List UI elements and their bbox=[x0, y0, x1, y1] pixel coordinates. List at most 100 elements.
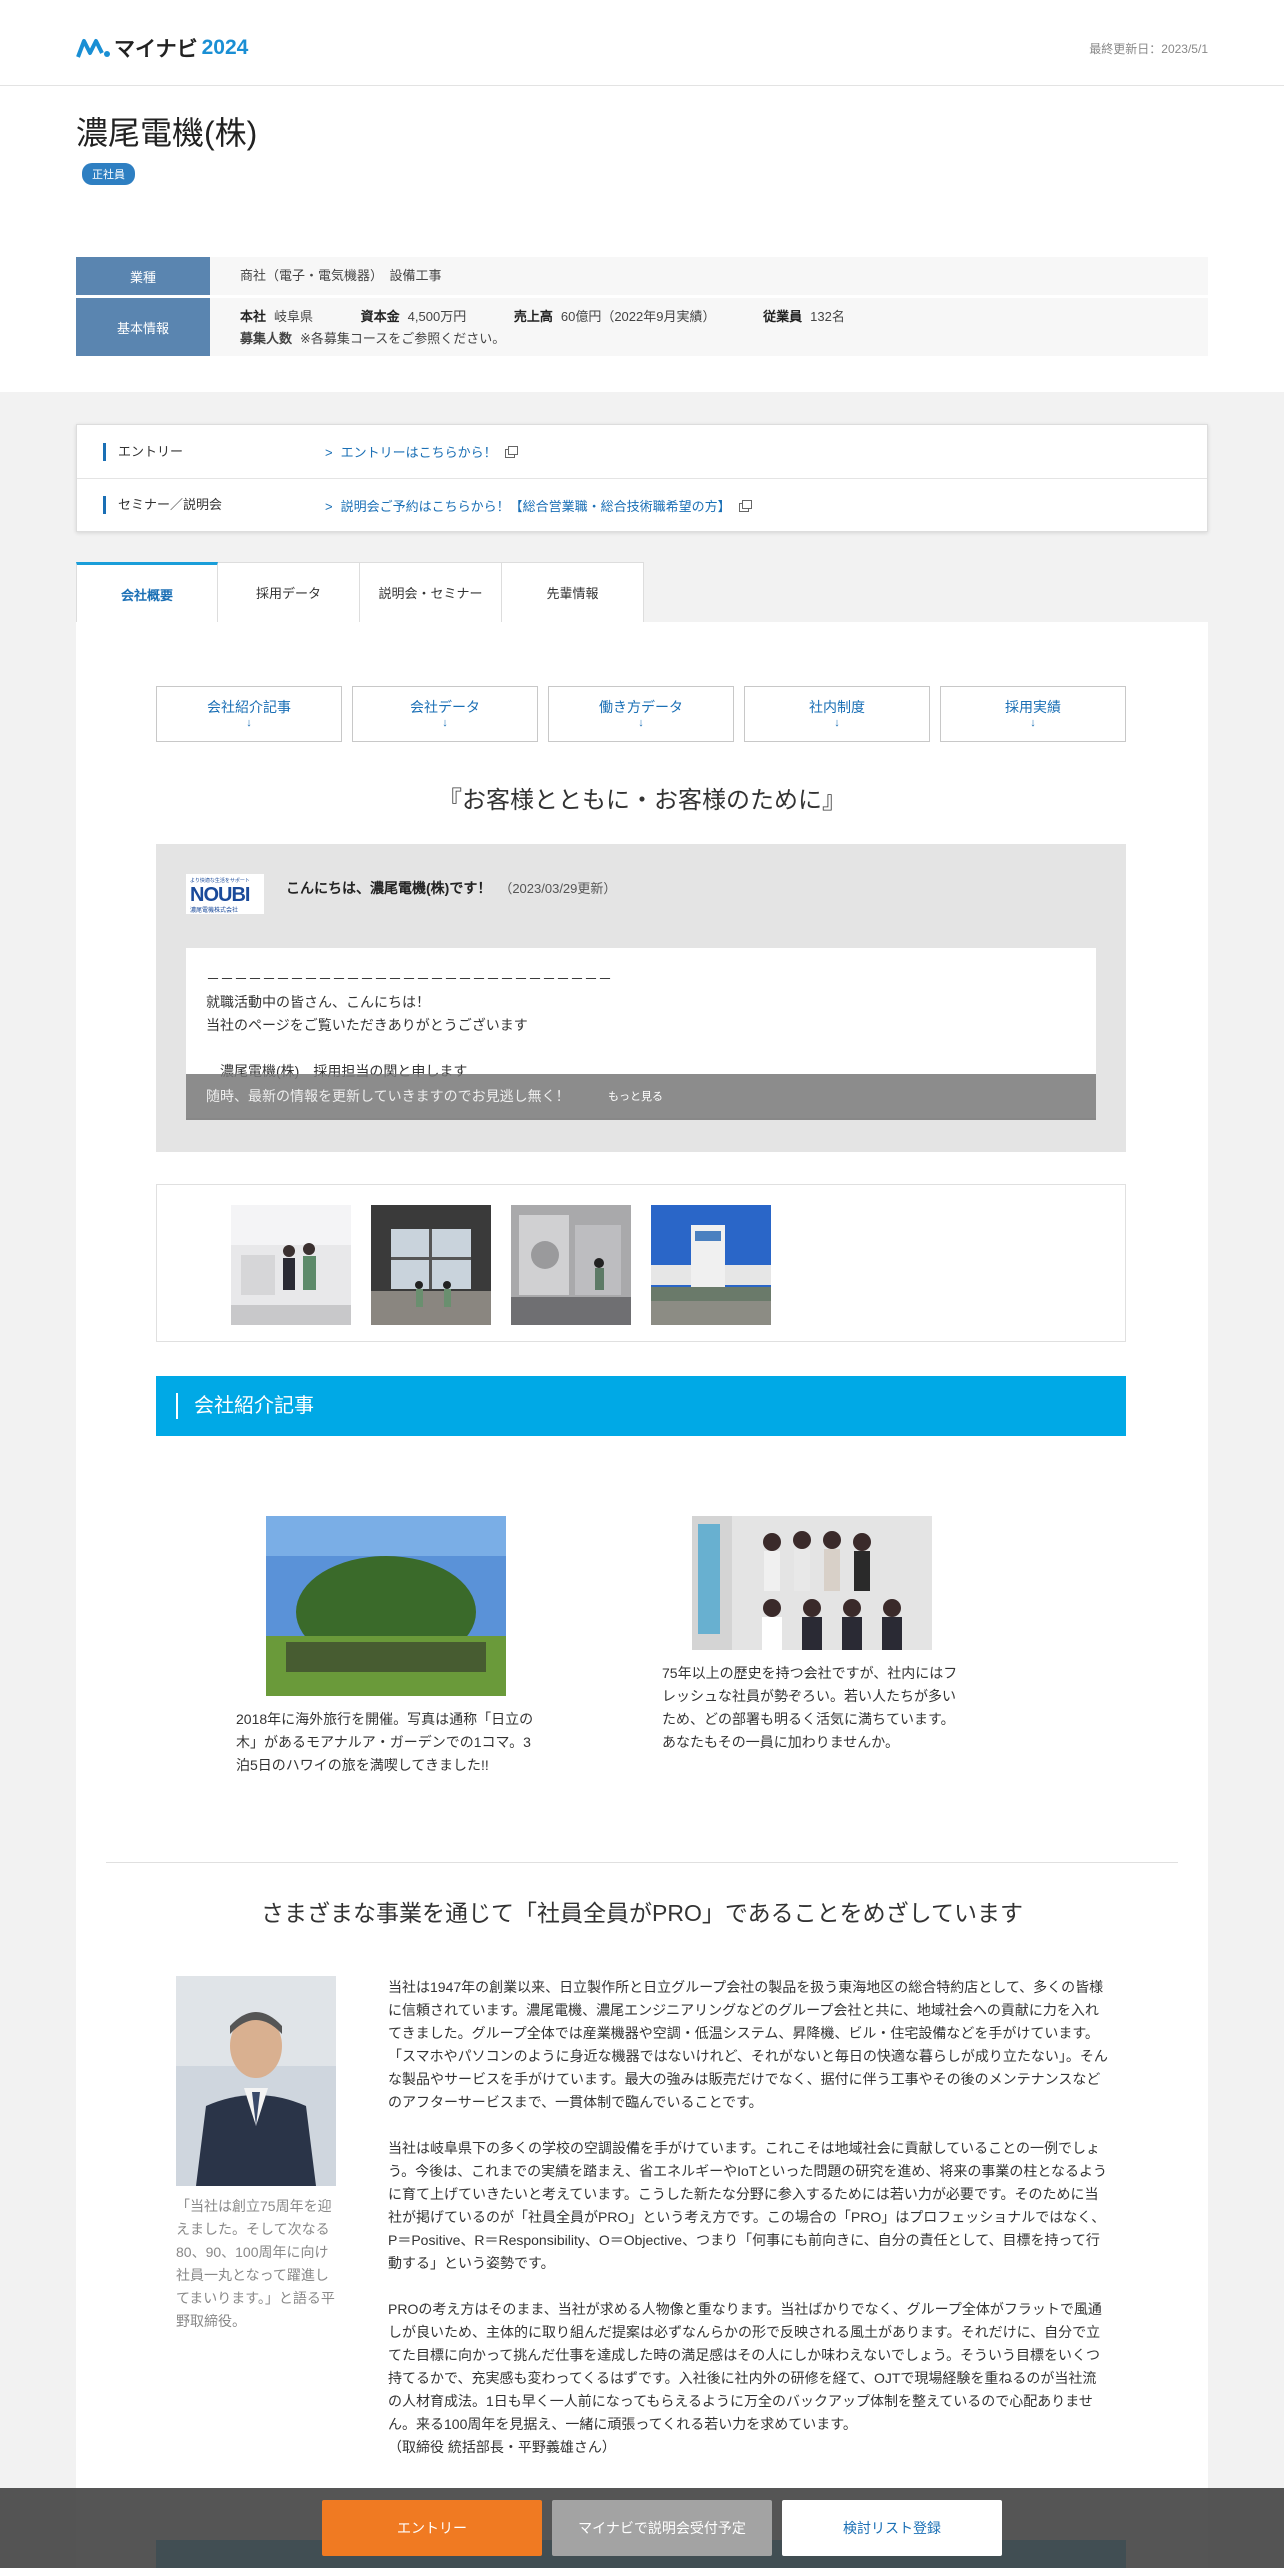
entry-links-box: エントリー > エントリーはこちらから！ セミナー／説明会 > 説明会ご予約はこちら… bbox=[76, 424, 1208, 532]
basic-info-label: 基本情報 bbox=[76, 298, 210, 356]
company-name: 濃尾電機(株) bbox=[76, 115, 258, 151]
message-paragraph-text: PROの考え方はそのまま、当社が求める人物像と重なります。当社ばかりでなく、グル… bbox=[388, 2301, 1102, 2432]
sales-value: 60億円（2022年9月実績） bbox=[560, 309, 716, 324]
add-to-list-button[interactable]: 検討リスト登録 bbox=[782, 2500, 1002, 2556]
main-content-panel: 会社紹介記事 ↓ 会社データ ↓ 働き方データ ↓ 社内制度 ↓ 採用実績 ↓ 『お客様と… bbox=[76, 622, 1208, 2568]
page-tabs: 会社概要 採用データ 説明会・セミナー 先輩情報 bbox=[76, 562, 644, 624]
logo-tagline: より快適な生活をサポート bbox=[190, 878, 250, 884]
greeting-line: 当社のページをご覧いただきありがとうございます bbox=[206, 1017, 528, 1033]
arrow-down-icon: ↓ bbox=[442, 717, 448, 729]
seminar-reservation-button[interactable]: マイナビで説明会受付予定 bbox=[552, 2500, 772, 2556]
article-photo-employees bbox=[692, 1516, 932, 1650]
arrow-down-icon: ↓ bbox=[638, 717, 644, 729]
chevron-right-icon: > bbox=[325, 498, 333, 514]
anchor-internal-system[interactable]: 社内制度 ↓ bbox=[744, 686, 930, 742]
logo-wordmark: NOUBI bbox=[190, 884, 250, 906]
article-caption: 75年以上の歴史を持つ会社ですが、社内にはフレッシュな社員が勢ぞろい。若い人たち… bbox=[662, 1665, 958, 1750]
greeting-line: ​ bbox=[206, 1037, 1076, 1060]
industry-value: 商社（電子・電気機器） 設備工事 bbox=[240, 268, 442, 283]
anchor-label: 社内制度 bbox=[809, 699, 865, 715]
capital-item: 資本金 4,500万円 bbox=[361, 309, 467, 324]
noubi-logo: より快適な生活をサポート NOUBI 濃尾電機株式会社 bbox=[186, 874, 264, 914]
anchor-label: 会社データ bbox=[410, 699, 480, 715]
seminar-link-text: 説明会ご予約はこちらから！【総合営業職・総合技術職希望の方】 bbox=[340, 498, 731, 514]
chevron-right-icon: > bbox=[325, 445, 333, 460]
gallery-photo-warehouse[interactable] bbox=[371, 1205, 491, 1325]
bottom-action-bar: エントリー マイナビで説明会受付予定 検討リスト登録 bbox=[0, 2488, 1284, 2568]
external-link-icon bbox=[738, 499, 752, 512]
tab-seminar[interactable]: 説明会・セミナー bbox=[360, 562, 502, 622]
seminar-label: セミナー／説明会 bbox=[103, 496, 222, 514]
hq-key: 本社 bbox=[240, 309, 267, 324]
recruit-item: 募集人数 ※各募集コースをご参照ください。 bbox=[240, 331, 505, 346]
message-paragraph: PROの考え方はそのまま、当社が求める人物像と重なります。当社ばかりでなく、グル… bbox=[388, 2298, 1108, 2459]
portrait-caption: 「当社は創立75周年を迎えました。そして次なる80、90、100周年に向け社員一… bbox=[176, 2198, 335, 2329]
gallery-photo-machinery[interactable] bbox=[511, 1205, 631, 1325]
seminar-link[interactable]: > 説明会ご予約はこちらから！【総合営業職・総合技術職希望の方】 bbox=[325, 496, 752, 515]
article-card-employees: 75年以上の歴史を持つ会社ですが、社内にはフレッシュな社員が勢ぞろい。若い人たち… bbox=[662, 1516, 962, 1754]
tab-recruit-data[interactable]: 採用データ bbox=[218, 562, 360, 622]
message-body: 当社は1947年の創業以来、日立製作所と日立グループ会社の製品を扱う東海地区の総… bbox=[388, 1976, 1108, 2459]
seminar-row: セミナー／説明会 > 説明会ご予約はこちらから！【総合営業職・総合技術職希望の方】 bbox=[77, 478, 1207, 531]
greeting-title: こんにちは、濃尾電機(株)です！ （2023/03/29更新） bbox=[286, 878, 616, 898]
anchor-workstyle-data[interactable]: 働き方データ ↓ bbox=[548, 686, 734, 742]
anchor-company-article[interactable]: 会社紹介記事 ↓ bbox=[156, 686, 342, 742]
executive-portrait bbox=[176, 1976, 336, 2186]
section-heading-text: 会社紹介記事 bbox=[176, 1393, 314, 1419]
anchor-label: 会社紹介記事 bbox=[207, 699, 291, 715]
site-header: マイナビ 2024 最終更新日：2023/5/1 bbox=[0, 0, 1284, 86]
message-signature: （取締役 統括部長・平野義雄さん） bbox=[388, 2439, 616, 2455]
greeting-updated: （2023/03/29更新） bbox=[499, 881, 617, 896]
section-heading-company-article: 会社紹介記事 bbox=[156, 1376, 1126, 1436]
entry-link[interactable]: > エントリーはこちらから！ bbox=[325, 442, 518, 461]
greeting-title-text: こんにちは、濃尾電機(株)です！ bbox=[286, 880, 492, 896]
mynavi-logo[interactable]: マイナビ 2024 bbox=[76, 36, 248, 61]
article-caption: 2018年に海外旅行を開催。写真は通称「日立の木」があるモアナルア・ガーデンでの… bbox=[236, 1711, 534, 1773]
employees-value: 132名 bbox=[810, 309, 845, 324]
anchor-company-data[interactable]: 会社データ ↓ bbox=[352, 686, 538, 742]
recruit-key: 募集人数 bbox=[240, 331, 293, 346]
tab-company-overview[interactable]: 会社概要 bbox=[76, 562, 218, 624]
arrow-down-icon: ↓ bbox=[1030, 717, 1036, 729]
arrow-down-icon: ↓ bbox=[834, 717, 840, 729]
entry-label: エントリー bbox=[103, 442, 183, 461]
gallery-photo-building[interactable] bbox=[651, 1205, 771, 1325]
hq-item: 本社 岐阜県 bbox=[240, 309, 313, 324]
anchor-label: 採用実績 bbox=[1005, 699, 1061, 715]
entry-row: エントリー > エントリーはこちらから！ bbox=[77, 425, 1207, 478]
company-info-table: 業種 商社（電子・電気機器） 設備工事 基本情報 本社 岐阜県 資本金 4,500万… bbox=[76, 257, 1208, 356]
industry-label: 業種 bbox=[76, 257, 210, 295]
logo-company: 濃尾電機株式会社 bbox=[190, 908, 239, 914]
recruit-value: ※各募集コースをご参照ください。 bbox=[300, 331, 506, 346]
entry-button[interactable]: エントリー bbox=[322, 2500, 542, 2556]
industry-row: 業種 商社（電子・電気機器） 設備工事 bbox=[76, 257, 1208, 295]
message-paragraph: 当社は岐阜県下の多くの学校の空調設備を手がけています。これこそは地域社会に貢献し… bbox=[388, 2140, 1107, 2271]
capital-key: 資本金 bbox=[360, 309, 400, 324]
greeting-line: 就職活動中の皆さん、こんにちは！ bbox=[206, 994, 430, 1010]
sales-item: 売上高 60億円（2022年9月実績） bbox=[514, 309, 716, 324]
employees-key: 従業員 bbox=[763, 309, 803, 324]
read-more-link[interactable]: もっと見る bbox=[608, 1088, 663, 1104]
gallery-photo-office[interactable] bbox=[231, 1205, 351, 1325]
greeting-line: －－－－－－－－－－－－－－－－－－－－－－－－－－－－－ bbox=[206, 971, 612, 987]
capital-value: 4,500万円 bbox=[407, 309, 467, 324]
anchor-hiring-record[interactable]: 採用実績 ↓ bbox=[940, 686, 1126, 742]
external-link-icon bbox=[504, 446, 518, 459]
basic-info-row: 基本情報 本社 岐阜県 資本金 4,500万円 売上高 60億円（2022年9月実績）… bbox=[76, 298, 1208, 356]
article-photo-hawaii bbox=[266, 1516, 506, 1696]
entry-link-text: エントリーはこちらから！ bbox=[340, 445, 497, 460]
basic-info-value: 本社 岐阜県 資本金 4,500万円 売上高 60億円（2022年9月実績） 従業員 1… bbox=[210, 298, 1208, 356]
anchor-nav: 会社紹介記事 ↓ 会社データ ↓ 働き方データ ↓ 社内制度 ↓ 採用実績 ↓ bbox=[156, 686, 1126, 742]
arrow-down-icon: ↓ bbox=[246, 717, 252, 729]
tab-senior-info[interactable]: 先輩情報 bbox=[502, 562, 644, 622]
catchphrase: 『お客様とともに・お客様のために』 bbox=[438, 787, 846, 814]
logo-text: マイナビ bbox=[114, 38, 198, 61]
sales-key: 売上高 bbox=[513, 309, 553, 324]
last-updated: 最終更新日：2023/5/1 bbox=[1089, 42, 1208, 56]
mynavi-logo-icon bbox=[76, 39, 110, 58]
anchor-label: 働き方データ bbox=[599, 699, 683, 715]
read-more-bar[interactable]: 随時、最新の情報を更新していきますのでお見逃し無く！ もっと見る bbox=[186, 1074, 1096, 1120]
photo-gallery bbox=[156, 1184, 1126, 1342]
employees-item: 従業員 132名 bbox=[763, 309, 845, 324]
message-title: さまざまな事業を通じて「社員全員がPRO」であることをめざしています bbox=[261, 1900, 1023, 1926]
